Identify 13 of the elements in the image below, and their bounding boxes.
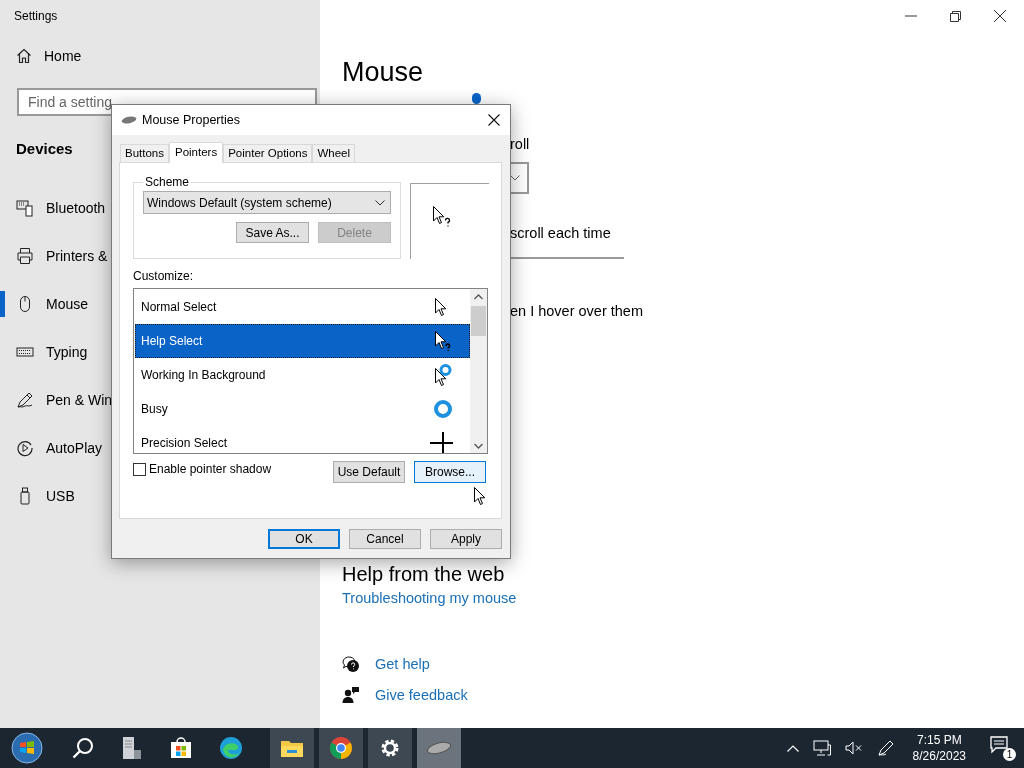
notification-count: 1 <box>1003 748 1016 761</box>
setting-label: en I hover over them <box>510 302 643 321</box>
clock-time: 7:15 PM <box>916 732 962 748</box>
setting-label: roll <box>510 135 530 154</box>
setting-label: scroll each time <box>510 224 611 243</box>
page-heading: Mouse <box>342 56 424 88</box>
dialog-title: Mouse Properties <box>142 113 240 127</box>
section-heading: Help from the web <box>342 562 505 587</box>
window-title: Settings <box>13 8 59 25</box>
customize-label: Customize: <box>133 268 195 284</box>
group-label: Scheme <box>144 175 191 189</box>
clock-date: 8/26/2023 <box>912 748 966 764</box>
section-heading: Devices <box>16 139 73 159</box>
